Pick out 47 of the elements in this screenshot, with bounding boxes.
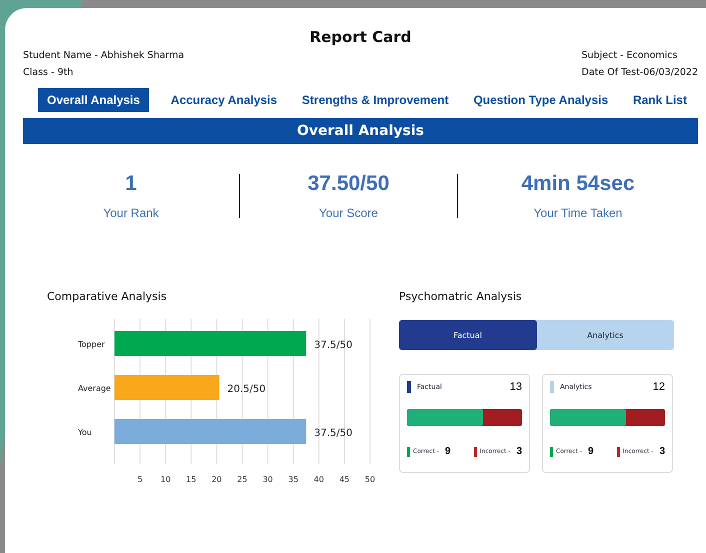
incorrect-count: 3	[516, 446, 522, 457]
tick-label: 30	[262, 475, 273, 484]
tick-label: 20	[212, 475, 222, 484]
stat-label: Your Rank	[103, 206, 159, 220]
tick-label: 40	[314, 475, 324, 484]
incorrect-marker	[616, 446, 620, 456]
stat-label: Your Score	[319, 206, 378, 220]
tab[interactable]: Question Type Analysis	[470, 88, 612, 112]
info-text: Class - 9th	[23, 67, 74, 78]
tab[interactable]: Strengths & Improvement	[298, 88, 452, 112]
correct-marker	[407, 446, 410, 456]
tick-label: 25	[237, 475, 248, 484]
category-total: 12	[652, 381, 665, 393]
section-title: Comparative Analysis	[47, 290, 168, 303]
tab[interactable]: Rank List	[630, 88, 690, 112]
stat-value: 4min 54sec	[521, 172, 635, 196]
section-title: Psychomatric Analysis	[399, 290, 523, 303]
category-label: You	[78, 428, 92, 437]
incorrect-count: 3	[659, 446, 665, 457]
correct-marker	[550, 446, 553, 456]
tick-label: 50	[364, 475, 376, 484]
category-total: 13	[510, 381, 522, 393]
value-label: 37.5/50	[314, 340, 352, 351]
tick-label: 45	[339, 475, 350, 484]
stat-label: Your Time Taken	[534, 206, 622, 220]
value-label: 37.5/50	[314, 428, 352, 439]
tick-label: 15	[186, 475, 196, 484]
category-label: Average	[78, 384, 111, 393]
value-label: 20.5/50	[227, 384, 266, 395]
toggle-option[interactable]: Analytics	[536, 320, 674, 350]
tick-label: 10	[160, 475, 171, 484]
tab[interactable]: Overall Analysis	[38, 88, 149, 112]
report-title: Report Card	[308, 28, 412, 46]
tick-label: 5	[138, 475, 143, 484]
category-label: Topper	[78, 340, 105, 349]
incorrect-marker	[474, 446, 477, 456]
correct-count: 9	[444, 446, 451, 457]
tab[interactable]: Accuracy Analysis	[168, 88, 280, 112]
tick-label: 35	[288, 475, 298, 484]
toggle-option[interactable]: Factual	[399, 320, 536, 350]
info-text: Date Of Test-06/03/2022	[582, 67, 698, 78]
correct-count: 9	[588, 446, 594, 457]
info-text: Subject - Economics	[582, 50, 678, 61]
stat-value: 37.50/50	[308, 172, 390, 196]
stat-value: 1	[125, 172, 137, 196]
info-text: Student Name - Abhishek Sharma	[23, 50, 184, 61]
section-banner: Overall Analysis	[23, 118, 698, 144]
